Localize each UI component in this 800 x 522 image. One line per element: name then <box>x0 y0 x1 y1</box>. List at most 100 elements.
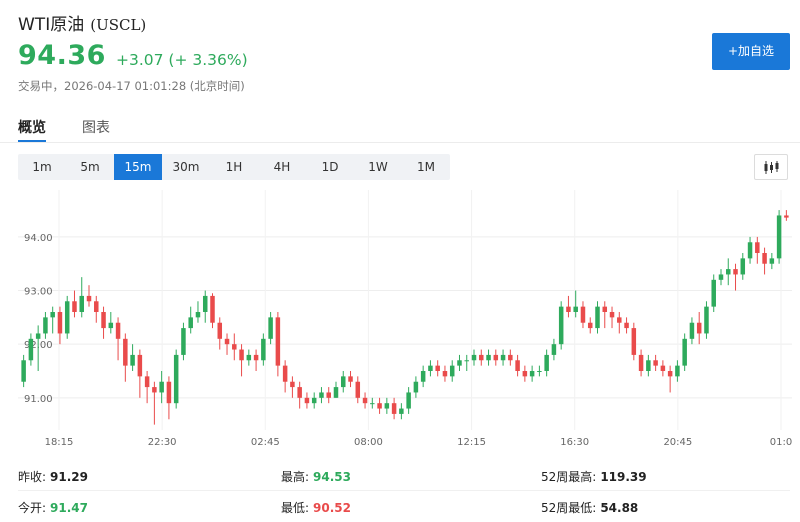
candle-body <box>72 301 77 312</box>
candle-body <box>682 338 687 366</box>
candle-body <box>493 354 499 361</box>
interval-1w[interactable]: 1W <box>354 154 402 180</box>
chart-type-button[interactable] <box>754 154 788 180</box>
candle-body <box>152 387 157 393</box>
candle-body <box>210 295 215 323</box>
candle-body <box>391 403 397 414</box>
candle-body <box>399 408 404 414</box>
candle-body <box>733 269 738 275</box>
x-tick-label: 12:15 <box>457 437 486 448</box>
candle-body <box>311 397 317 404</box>
stat-label: 最低: <box>281 501 310 515</box>
candle-body <box>420 371 426 382</box>
x-tick-label: 16:30 <box>560 437 589 448</box>
interval-4h[interactable]: 4H <box>258 154 306 180</box>
candle-body <box>144 376 150 388</box>
candle-body <box>784 215 789 218</box>
y-tick-label: 93.00 <box>24 287 53 298</box>
stat-label: 52周最低: <box>541 501 597 515</box>
candle-body <box>631 328 637 355</box>
candle-body <box>348 376 353 382</box>
stat-label: 52周最高: <box>541 470 597 484</box>
stat-52w-high: 52周最高: 119.39 <box>541 468 647 485</box>
candle-body <box>457 360 462 366</box>
candle-body <box>428 365 433 371</box>
interval-1m[interactable]: 1m <box>18 154 66 180</box>
candle-body <box>246 354 252 361</box>
instrument-code: (USCL) <box>90 16 147 34</box>
candle-body <box>362 397 368 404</box>
candlestick-chart: 91.0092.0093.0094.00 18:15 22:30 02:45 08:0… <box>18 190 792 448</box>
x-tick-label: 20:45 <box>663 437 692 448</box>
stats-divider <box>18 490 790 491</box>
add-to-watchlist-button[interactable]: +加自选 <box>712 33 790 70</box>
candle-body <box>566 306 571 312</box>
candle-body <box>159 381 164 393</box>
candle-body <box>43 317 48 334</box>
candle-body <box>79 295 84 312</box>
candle-body <box>573 306 578 312</box>
candle-body <box>696 322 702 334</box>
instrument-title: WTI原油 (USCL) <box>18 10 146 35</box>
stat-label: 今开: <box>18 501 47 515</box>
interval-15m[interactable]: 15m <box>114 154 162 180</box>
candle-body <box>319 392 324 398</box>
stat-label: 最高: <box>281 470 310 484</box>
stat-value: 91.47 <box>50 501 89 515</box>
y-tick-label: 94.00 <box>24 233 53 244</box>
candle-body <box>384 403 390 409</box>
candle-body <box>500 354 506 361</box>
candle-body <box>94 301 99 312</box>
candle-body <box>653 360 658 366</box>
interval-1d[interactable]: 1D <box>306 154 354 180</box>
candle-body <box>508 354 513 361</box>
candle-body <box>64 301 70 334</box>
candle-body <box>449 365 455 377</box>
candle-body <box>624 322 629 329</box>
candle-body <box>377 403 382 409</box>
candle-body <box>261 338 266 361</box>
candle-body <box>333 387 339 398</box>
candle-body <box>529 371 535 377</box>
candle-body <box>537 371 542 372</box>
interval-1mo[interactable]: 1M <box>402 154 450 180</box>
candle-body <box>471 354 477 361</box>
candle-body <box>341 376 346 388</box>
candle-body <box>181 328 186 355</box>
candle-body <box>130 354 135 366</box>
candle-body <box>413 381 419 393</box>
x-tick-label: 02:45 <box>251 437 280 448</box>
chart-grid <box>18 190 792 430</box>
candle-body <box>50 312 55 318</box>
candle-body <box>522 371 528 377</box>
candle-body <box>253 354 259 361</box>
x-tick-label: 01:0 <box>770 437 792 448</box>
candle-body <box>486 354 491 361</box>
tab-chart[interactable]: 图表 <box>82 117 110 137</box>
candle-body <box>304 397 310 404</box>
stat-value: 90.52 <box>313 501 352 515</box>
interval-5m[interactable]: 5m <box>66 154 114 180</box>
candle-body <box>769 258 775 264</box>
candle-body <box>275 317 281 366</box>
candle-body <box>137 354 143 377</box>
interval-30m[interactable]: 30m <box>162 154 210 180</box>
x-tick-label: 18:15 <box>45 437 74 448</box>
candle-body <box>435 365 440 371</box>
candle-body <box>28 338 34 361</box>
candle-body <box>587 322 593 329</box>
stat-value: 94.53 <box>313 470 352 484</box>
x-tick-label: 08:00 <box>354 437 383 448</box>
candle-body <box>232 344 237 350</box>
price-change: +3.07 (+ 3.36%) <box>116 51 248 69</box>
stat-value: 119.39 <box>600 470 647 484</box>
x-axis: 18:15 22:30 02:45 08:00 12:15 16:30 20:45 01:0 <box>45 437 792 448</box>
stat-high: 最高: 94.53 <box>281 468 351 485</box>
candle-body <box>638 354 644 371</box>
candle-body <box>755 242 760 253</box>
candle-body <box>464 360 469 362</box>
tab-overview[interactable]: 概览 <box>18 117 46 137</box>
candle-body <box>646 360 651 371</box>
interval-1h[interactable]: 1H <box>210 154 258 180</box>
y-tick-label: 91.00 <box>24 394 53 405</box>
